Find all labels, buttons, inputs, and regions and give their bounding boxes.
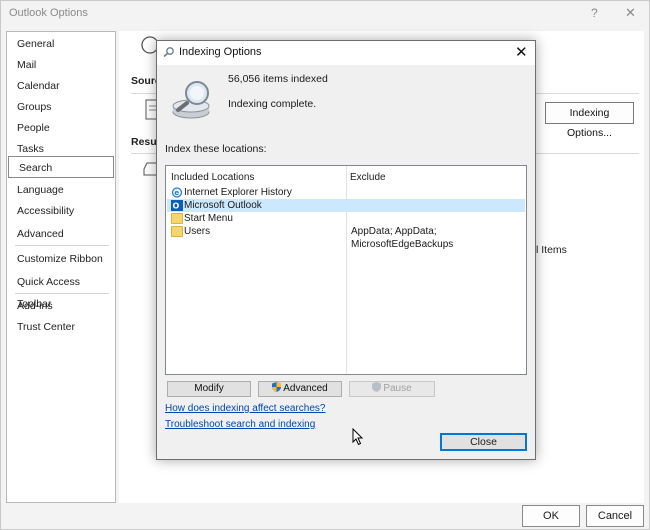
- sidebar-divider: [15, 293, 109, 294]
- location-name: Internet Explorer History: [184, 187, 292, 198]
- indexing-options-button[interactable]: Indexing Options...: [545, 102, 634, 139]
- uac-shield-icon: [372, 382, 382, 392]
- svg-text:O: O: [173, 202, 180, 211]
- folder-icon: [171, 213, 183, 224]
- location-name: Microsoft Outlook: [184, 200, 262, 211]
- pause-button-label: Pause: [383, 383, 412, 394]
- dialog-close-icon[interactable]: ✕: [515, 43, 528, 61]
- locations-list[interactable]: Included Locations Exclude e Internet Ex…: [165, 165, 527, 375]
- svg-text:e: e: [174, 189, 179, 197]
- indexing-options-dialog: Indexing Options ✕ 56,056 items indexed …: [156, 40, 536, 460]
- sidebar-item-language[interactable]: Language: [7, 179, 115, 201]
- sidebar-item-groups[interactable]: Groups: [7, 96, 115, 118]
- pause-button: Pause: [349, 381, 435, 397]
- location-name: Users: [184, 226, 211, 237]
- sidebar-item-search[interactable]: Search: [8, 156, 114, 178]
- window-title: Outlook Options: [9, 7, 88, 19]
- items-text: l Items: [536, 244, 567, 256]
- options-sidebar: General Mail Calendar Groups People Task…: [6, 31, 116, 503]
- items-indexed-count: 56,056 items indexed: [228, 73, 328, 85]
- location-name: Start Menu: [184, 213, 233, 224]
- help-button[interactable]: ?: [591, 6, 598, 20]
- list-item[interactable]: e Internet Explorer History: [167, 186, 525, 199]
- exclude-header[interactable]: Exclude: [350, 172, 386, 183]
- ok-button[interactable]: OK: [522, 505, 580, 527]
- modify-button[interactable]: Modify: [167, 381, 251, 397]
- dialog-title: Indexing Options: [179, 46, 262, 58]
- indexing-affect-link[interactable]: How does indexing affect searches?: [165, 403, 325, 414]
- mouse-cursor-icon: [352, 428, 364, 446]
- list-item[interactable]: O Microsoft Outlook: [167, 199, 525, 212]
- indexing-status: Indexing complete.: [228, 98, 317, 110]
- locations-label: Index these locations:: [165, 143, 267, 155]
- advanced-button[interactable]: Advanced: [258, 381, 342, 397]
- sidebar-item-general[interactable]: General: [7, 33, 115, 55]
- list-item[interactable]: Users AppData; AppData; MicrosoftEdgeBac…: [167, 225, 525, 250]
- sidebar-item-people[interactable]: People: [7, 117, 115, 139]
- location-exclude: AppData; AppData; MicrosoftEdgeBackups: [351, 226, 454, 250]
- outlook-icon: O: [171, 200, 183, 211]
- dialog-titlebar: Indexing Options ✕: [157, 41, 535, 65]
- indexing-magnifier-icon: [172, 81, 210, 119]
- sidebar-item-customize-ribbon[interactable]: Customize Ribbon: [7, 248, 115, 270]
- internet-explorer-icon: e: [171, 187, 183, 198]
- sidebar-item-advanced[interactable]: Advanced: [7, 223, 115, 245]
- folder-icon: [171, 226, 183, 237]
- troubleshoot-link[interactable]: Troubleshoot search and indexing: [165, 419, 315, 430]
- indexing-icon: [163, 47, 174, 57]
- sidebar-item-quick-access-toolbar[interactable]: Quick Access Toolbar: [7, 271, 115, 310]
- sidebar-item-add-ins[interactable]: Add-ins: [7, 295, 115, 317]
- advanced-button-label: Advanced: [283, 383, 328, 394]
- uac-shield-icon: [272, 382, 282, 392]
- list-item[interactable]: Start Menu: [167, 212, 525, 225]
- close-button[interactable]: Close: [440, 433, 527, 451]
- sidebar-item-accessibility[interactable]: Accessibility: [7, 200, 115, 222]
- sidebar-item-calendar[interactable]: Calendar: [7, 75, 115, 97]
- window-close-button[interactable]: ✕: [625, 5, 636, 21]
- cancel-button[interactable]: Cancel: [586, 505, 644, 527]
- sidebar-divider: [15, 245, 109, 246]
- sidebar-item-mail[interactable]: Mail: [7, 54, 115, 76]
- sidebar-item-trust-center[interactable]: Trust Center: [7, 316, 115, 338]
- included-locations-header[interactable]: Included Locations: [171, 172, 254, 183]
